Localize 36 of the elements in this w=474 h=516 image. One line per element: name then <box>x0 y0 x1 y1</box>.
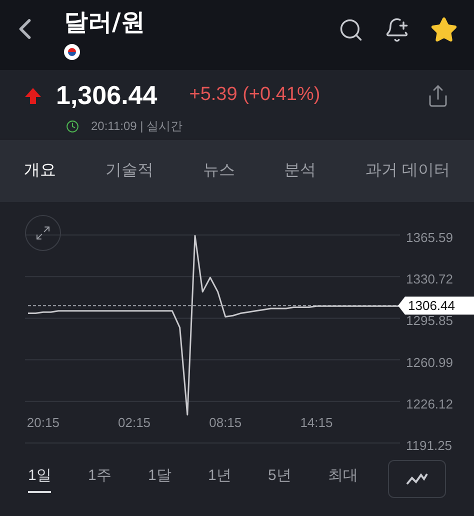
price-tag: 1306.44 <box>398 296 474 315</box>
section-tab[interactable]: 기술적 <box>105 159 154 183</box>
y-tick-label: 1365.59 <box>406 230 453 245</box>
period-tab[interactable]: 5년 <box>268 464 292 494</box>
expand-button[interactable] <box>25 215 61 251</box>
update-time: 20:11:09 | 실시간 <box>91 118 183 135</box>
flag-icon <box>64 44 80 60</box>
y-tick-label: 1260.99 <box>406 354 453 370</box>
price-change: +5.39 (+0.41%) <box>189 83 320 108</box>
search-button[interactable] <box>338 17 364 43</box>
period-tab[interactable]: 1일 <box>28 464 52 494</box>
clock-icon <box>66 120 79 132</box>
section-tab[interactable]: 뉴스 <box>202 159 235 183</box>
line-chart-icon <box>406 472 428 486</box>
period-tab[interactable]: 최대 <box>328 464 358 494</box>
favorite-button[interactable] <box>430 16 458 44</box>
x-tick-label: 14:15 <box>300 415 333 430</box>
add-alert-button[interactable] <box>384 17 410 43</box>
period-tab[interactable]: 1년 <box>208 464 232 494</box>
y-tick-label: 1330.72 <box>406 272 453 287</box>
expand-icon <box>35 225 51 241</box>
section-tab[interactable]: 개요 <box>24 159 56 183</box>
period-tab[interactable]: 1주 <box>88 464 112 494</box>
price-value: 1,306.44 <box>56 79 158 112</box>
section-tab[interactable]: 분석 <box>284 159 316 183</box>
page-title: 달러/원 <box>64 8 145 36</box>
y-tick-label: 1226.12 <box>406 396 453 412</box>
section-tab[interactable]: 과거 데이터 <box>366 159 450 183</box>
y-tick-label: 1295.85 <box>406 313 453 328</box>
period-tab[interactable]: 1달 <box>148 464 172 494</box>
chart-type-button[interactable] <box>388 460 446 498</box>
series-label: 1306.44 <box>408 298 455 314</box>
y-tick-label: 1191.25 <box>406 438 452 452</box>
x-tick-label: 20:15 <box>26 415 60 430</box>
x-tick-label: 02:15 <box>118 415 151 430</box>
x-tick-label: 08:15 <box>209 415 242 430</box>
